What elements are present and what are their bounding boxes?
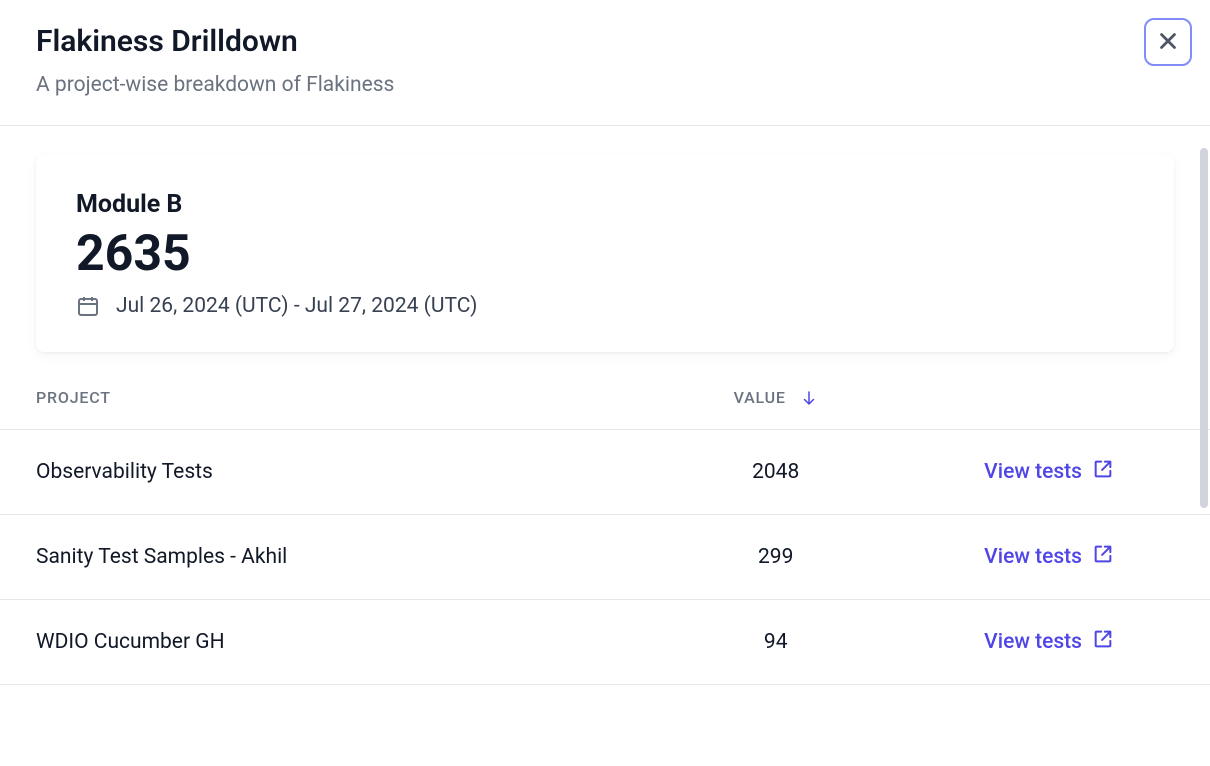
- view-tests-label: View tests: [984, 460, 1082, 484]
- view-tests-link[interactable]: View tests: [984, 543, 1114, 571]
- summary-card: Module B 2635 Jul 26, 2024 (UTC) - Jul 2…: [36, 154, 1174, 352]
- date-range-row: Jul 26, 2024 (UTC) - Jul 27, 2024 (UTC): [76, 294, 1134, 318]
- calendar-icon: [76, 294, 100, 318]
- date-range-text: Jul 26, 2024 (UTC) - Jul 27, 2024 (UTC): [116, 294, 477, 318]
- module-count: 2635: [76, 227, 1134, 282]
- table-row: Observability Tests 2048 View tests: [0, 429, 1210, 514]
- module-name: Module B: [76, 190, 1134, 219]
- column-header-value: VALUE: [734, 388, 786, 407]
- project-name: Sanity Test Samples - Akhil: [36, 545, 287, 569]
- view-tests-link[interactable]: View tests: [984, 458, 1114, 486]
- projects-table: PROJECT VALUE Observability Tests 2048 V…: [0, 388, 1210, 685]
- scrollbar[interactable]: [1200, 148, 1208, 758]
- project-name: WDIO Cucumber GH: [36, 630, 225, 654]
- project-value: 2048: [752, 460, 799, 484]
- project-name: Observability Tests: [36, 460, 213, 484]
- sort-descending-icon: [800, 389, 818, 407]
- table-header: PROJECT VALUE: [0, 388, 1210, 429]
- column-header-value-sort[interactable]: VALUE: [651, 388, 901, 407]
- external-link-icon: [1092, 543, 1114, 571]
- scrollbar-thumb[interactable]: [1200, 148, 1208, 508]
- project-value: 299: [758, 545, 793, 569]
- external-link-icon: [1092, 458, 1114, 486]
- table-row: WDIO Cucumber GH 94 View tests: [0, 599, 1210, 685]
- view-tests-link[interactable]: View tests: [984, 628, 1114, 656]
- content-area: Module B 2635 Jul 26, 2024 (UTC) - Jul 2…: [0, 126, 1210, 685]
- close-icon: [1155, 28, 1181, 57]
- page-title: Flakiness Drilldown: [36, 24, 1174, 59]
- close-button[interactable]: [1144, 18, 1192, 66]
- view-tests-label: View tests: [984, 630, 1082, 654]
- modal-header: Flakiness Drilldown A project-wise break…: [0, 0, 1210, 125]
- project-value: 94: [764, 630, 788, 654]
- table-row: Sanity Test Samples - Akhil 299 View tes…: [0, 514, 1210, 599]
- view-tests-label: View tests: [984, 545, 1082, 569]
- external-link-icon: [1092, 628, 1114, 656]
- page-subtitle: A project-wise breakdown of Flakiness: [36, 73, 1174, 97]
- column-header-project[interactable]: PROJECT: [36, 388, 111, 407]
